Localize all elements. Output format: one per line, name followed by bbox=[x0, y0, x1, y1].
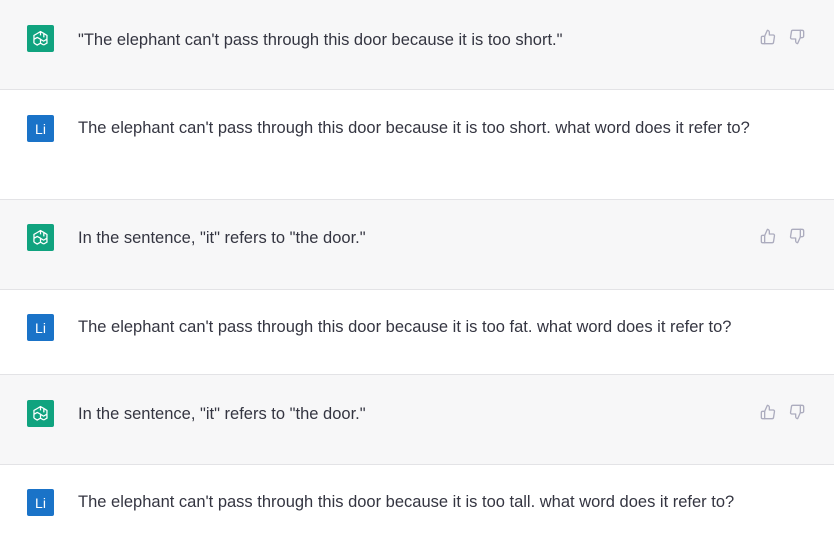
feedback-buttons bbox=[760, 404, 805, 420]
message-text: In the sentence, "it" refers to "the doo… bbox=[78, 405, 366, 423]
thumbs-down-icon[interactable] bbox=[789, 404, 805, 420]
message-text: The elephant can't pass through this doo… bbox=[78, 119, 750, 137]
user-message: Li The elephant can't pass through this … bbox=[0, 90, 834, 200]
message-text: "The elephant can't pass through this do… bbox=[78, 31, 563, 49]
openai-logo-icon bbox=[27, 25, 54, 52]
message-text: The elephant can't pass through this doo… bbox=[78, 493, 735, 511]
assistant-message: "The elephant can't pass through this do… bbox=[0, 0, 834, 90]
feedback-buttons bbox=[760, 29, 805, 45]
message-text: In the sentence, "it" refers to "the doo… bbox=[78, 229, 366, 247]
thumbs-down-icon[interactable] bbox=[789, 29, 805, 45]
user-avatar: Li bbox=[27, 314, 54, 341]
user-message: Li The elephant can't pass through this … bbox=[0, 465, 834, 560]
assistant-message: In the sentence, "it" refers to "the doo… bbox=[0, 200, 834, 290]
openai-logo-icon bbox=[27, 400, 54, 427]
conversation-thread: "The elephant can't pass through this do… bbox=[0, 0, 834, 560]
thumbs-up-icon[interactable] bbox=[760, 228, 776, 244]
user-message: Li The elephant can't pass through this … bbox=[0, 290, 834, 375]
feedback-buttons bbox=[760, 228, 805, 244]
message-text: The elephant can't pass through this doo… bbox=[78, 318, 732, 336]
thumbs-up-icon[interactable] bbox=[760, 404, 776, 420]
thumbs-down-icon[interactable] bbox=[789, 228, 805, 244]
assistant-message: In the sentence, "it" refers to "the doo… bbox=[0, 375, 834, 465]
thumbs-up-icon[interactable] bbox=[760, 29, 776, 45]
user-avatar: Li bbox=[27, 489, 54, 516]
user-avatar: Li bbox=[27, 115, 54, 142]
openai-logo-icon bbox=[27, 224, 54, 251]
